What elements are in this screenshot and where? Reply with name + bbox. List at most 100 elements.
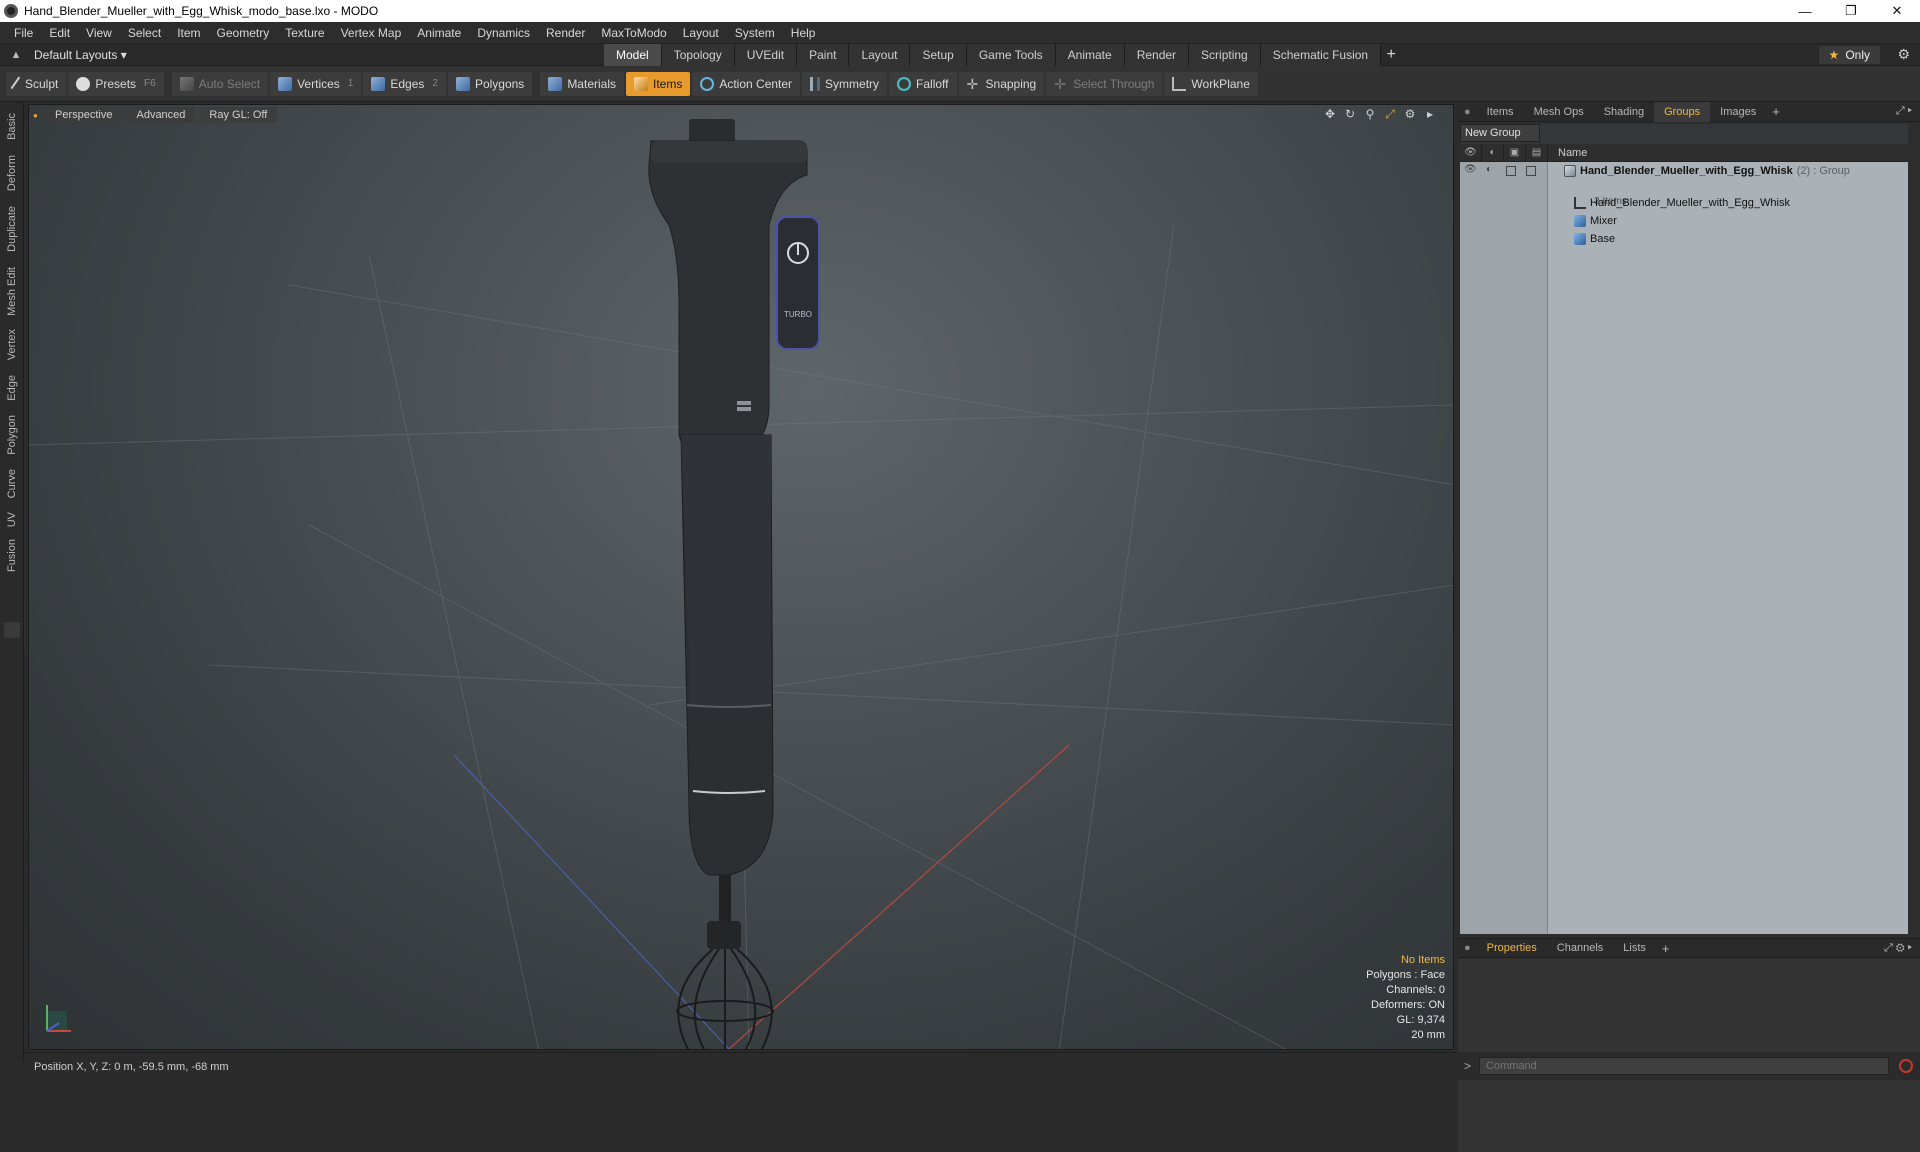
menu-vertex-map[interactable]: Vertex Map [333, 26, 410, 40]
symmetry-button[interactable]: Symmetry [802, 71, 888, 96]
perspective-button[interactable]: Perspective [45, 107, 123, 123]
menu-select[interactable]: Select [120, 26, 169, 40]
rotate-icon[interactable]: ↻ [1343, 107, 1357, 121]
tab-model[interactable]: Model [604, 44, 662, 66]
sculpt-button[interactable]: Sculpt [6, 71, 67, 96]
list-item[interactable]: Mixer [1574, 212, 1617, 230]
render-col-icon[interactable]: ◐ [1482, 143, 1504, 162]
visibility-col-icon[interactable]: 👁 [1460, 143, 1482, 162]
left-tab-vertex[interactable]: Vertex [2, 324, 22, 366]
tab-paint[interactable]: Paint [797, 44, 850, 66]
row-visibility-icon[interactable]: 👁 [1464, 164, 1477, 175]
menu-layout[interactable]: Layout [675, 26, 727, 40]
tab-scripting[interactable]: Scripting [1189, 44, 1261, 66]
new-group-button[interactable]: New Group [1460, 124, 1540, 142]
left-tab-uv[interactable]: UV [2, 508, 22, 532]
menu-system[interactable]: System [727, 26, 783, 40]
add-props-tab-icon[interactable]: + [1656, 941, 1676, 956]
left-tab-polygon[interactable]: Polygon [2, 410, 22, 460]
menu-render[interactable]: Render [538, 26, 593, 40]
maximize-icon[interactable]: ❐ [1828, 0, 1874, 22]
tab-lists[interactable]: Lists [1613, 938, 1656, 958]
left-tab-basic[interactable]: Basic [2, 106, 22, 146]
menu-texture[interactable]: Texture [277, 26, 332, 40]
layout-toggle-icon[interactable]: ▲ [6, 45, 26, 65]
tab-animate[interactable]: Animate [1055, 44, 1125, 66]
row-render-icon[interactable]: ◐ [1486, 164, 1492, 175]
viewport-settings-icon[interactable]: ⚙ [1403, 107, 1417, 121]
fit-icon[interactable]: ⤢ [1383, 107, 1397, 121]
props-expand-icon[interactable]: ⤢ ⚙ ▸ [1884, 942, 1912, 955]
workplane-button[interactable]: WorkPlane [1164, 71, 1258, 96]
add-panel-tab-icon[interactable]: + [1766, 104, 1786, 119]
menu-file[interactable]: File [6, 26, 41, 40]
select-col-icon[interactable]: ▤ [1526, 143, 1548, 162]
row-select-checkbox[interactable] [1526, 166, 1536, 176]
add-tab-icon[interactable]: + [1381, 44, 1401, 66]
menu-help[interactable]: Help [783, 26, 824, 40]
left-tab-duplicate[interactable]: Duplicate [2, 200, 22, 258]
left-tab-edge[interactable]: Edge [2, 370, 22, 406]
tab-setup[interactable]: Setup [910, 44, 967, 66]
command-input[interactable] [1479, 1057, 1890, 1075]
left-tab-mesh-edit[interactable]: Mesh Edit [2, 262, 22, 320]
zoom-icon[interactable]: ⚲ [1363, 107, 1377, 121]
left-tab-deform[interactable]: Deform [2, 150, 22, 196]
action-center-button[interactable]: Action Center [692, 71, 801, 96]
select-through-button[interactable]: ✛ Select Through [1046, 71, 1163, 96]
falloff-button[interactable]: Falloff [889, 71, 957, 96]
layout-select[interactable]: Default Layouts ▾ [34, 48, 127, 62]
props-menu-icon[interactable]: ● [1458, 938, 1477, 958]
items-button[interactable]: Items [626, 71, 691, 96]
left-panel-toggle[interactable] [4, 622, 20, 638]
tab-uvedit[interactable]: UVEdit [734, 44, 798, 66]
tab-topology[interactable]: Topology [661, 44, 735, 66]
tab-groups[interactable]: Groups [1654, 101, 1711, 122]
auto-select-button[interactable]: Auto Select [171, 71, 269, 96]
record-icon[interactable] [1899, 1059, 1914, 1073]
close-icon[interactable]: ✕ [1874, 0, 1920, 22]
menu-animate[interactable]: Animate [409, 26, 469, 40]
edges-button[interactable]: Edges 2 [363, 71, 446, 96]
left-tab-fusion[interactable]: Fusion [2, 536, 22, 576]
row-lock-checkbox[interactable] [1506, 166, 1516, 176]
snapping-button[interactable]: ✛ Snapping [958, 71, 1045, 96]
panel-expand-icon[interactable]: ⤢ ▸ [1896, 105, 1912, 118]
tab-shading[interactable]: Shading [1594, 102, 1654, 122]
minimize-icon[interactable]: — [1782, 0, 1828, 22]
lock-col-icon[interactable]: ▣ [1504, 143, 1526, 162]
raygl-button[interactable]: Ray GL: Off [199, 107, 278, 123]
tab-properties[interactable]: Properties [1477, 938, 1547, 958]
presets-button[interactable]: Presets F6 [68, 71, 164, 96]
menu-geometry[interactable]: Geometry [209, 26, 278, 40]
menu-item[interactable]: Item [169, 26, 208, 40]
3d-viewport[interactable]: TURBO ● Perspective Advanced Ray GL: Off… [28, 104, 1454, 1050]
tab-images[interactable]: Images [1710, 102, 1766, 122]
viewport-expand-icon[interactable]: ▸ [1423, 107, 1437, 121]
tab-schematic-fusion[interactable]: Schematic Fusion [1260, 44, 1382, 66]
tab-layout[interactable]: Layout [849, 44, 911, 66]
polygons-button[interactable]: Polygons [447, 71, 533, 96]
menu-view[interactable]: View [78, 26, 120, 40]
advanced-button[interactable]: Advanced [126, 107, 196, 123]
tab-items[interactable]: Items [1477, 102, 1524, 122]
command-history-icon[interactable]: > [1464, 1059, 1471, 1073]
menu-dynamics[interactable]: Dynamics [469, 26, 538, 40]
vertices-button[interactable]: Vertices 1 [270, 71, 362, 96]
tab-render[interactable]: Render [1124, 44, 1190, 66]
tab-mesh-ops[interactable]: Mesh Ops [1524, 102, 1594, 122]
panel-menu-icon[interactable]: ● [1458, 102, 1477, 122]
menu-edit[interactable]: Edit [41, 26, 78, 40]
menu-maxtomodo[interactable]: MaxToModo [593, 26, 674, 40]
group-row-root[interactable]: Hand_Blender_Mueller_with_Egg_Whisk (2) … [1564, 162, 1850, 180]
viewport-menu-icon[interactable]: ● [33, 107, 41, 123]
only-button[interactable]: ★ Only [1818, 46, 1880, 64]
list-item[interactable]: Base [1574, 230, 1615, 248]
tab-game-tools[interactable]: Game Tools [966, 44, 1056, 66]
tab-channels[interactable]: Channels [1547, 938, 1613, 958]
list-item[interactable]: Hand_Blender_Mueller_with_Egg_Whisk [1574, 194, 1790, 212]
left-tab-curve[interactable]: Curve [2, 464, 22, 504]
pan-icon[interactable]: ✥ [1323, 107, 1337, 121]
gear-icon[interactable]: ⚙ [1897, 46, 1910, 63]
materials-button[interactable]: Materials [540, 71, 624, 96]
